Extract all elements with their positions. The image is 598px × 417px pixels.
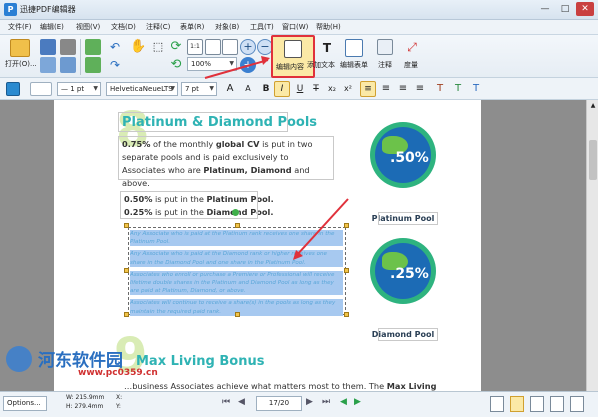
next-page-icon[interactable]: ▶ (306, 397, 313, 407)
status-bar: Options... W: 215.9mm H: 279.4mm X: Y: ⏮… (0, 391, 598, 417)
x-coordinate: X: (116, 394, 123, 401)
forward-view-icon[interactable]: ▶ (354, 397, 361, 407)
first-page-icon[interactable]: ⏮ (222, 397, 230, 407)
last-page-icon[interactable]: ⏭ (322, 397, 330, 407)
options-label: Options... (7, 399, 41, 407)
options-button[interactable]: Options... (3, 396, 47, 411)
y-coordinate: Y: (116, 403, 121, 410)
page-number-input[interactable]: 17/20 (256, 396, 302, 411)
page-height: H: 279.4mm (66, 403, 104, 410)
total-pages: /20 (277, 399, 290, 407)
watermark-logo-icon (6, 346, 32, 372)
watermark-url: www.pc0359.cn (78, 368, 158, 378)
continuous-page-icon[interactable] (510, 396, 524, 412)
page-width: W: 215.9mm (66, 394, 105, 401)
single-page-icon[interactable] (490, 396, 504, 412)
continuous-facing-icon[interactable] (550, 396, 564, 412)
arrowhead (293, 250, 303, 260)
arrow-to-edit-content (204, 59, 269, 79)
arrow-to-selection (295, 198, 349, 257)
split-view-icon[interactable] (570, 396, 584, 412)
current-page: 17 (268, 399, 278, 407)
arrowhead (261, 56, 270, 65)
back-view-icon[interactable]: ◀ (340, 397, 347, 407)
previous-page-icon[interactable]: ◀ (238, 397, 245, 407)
facing-pages-icon[interactable] (530, 396, 544, 412)
